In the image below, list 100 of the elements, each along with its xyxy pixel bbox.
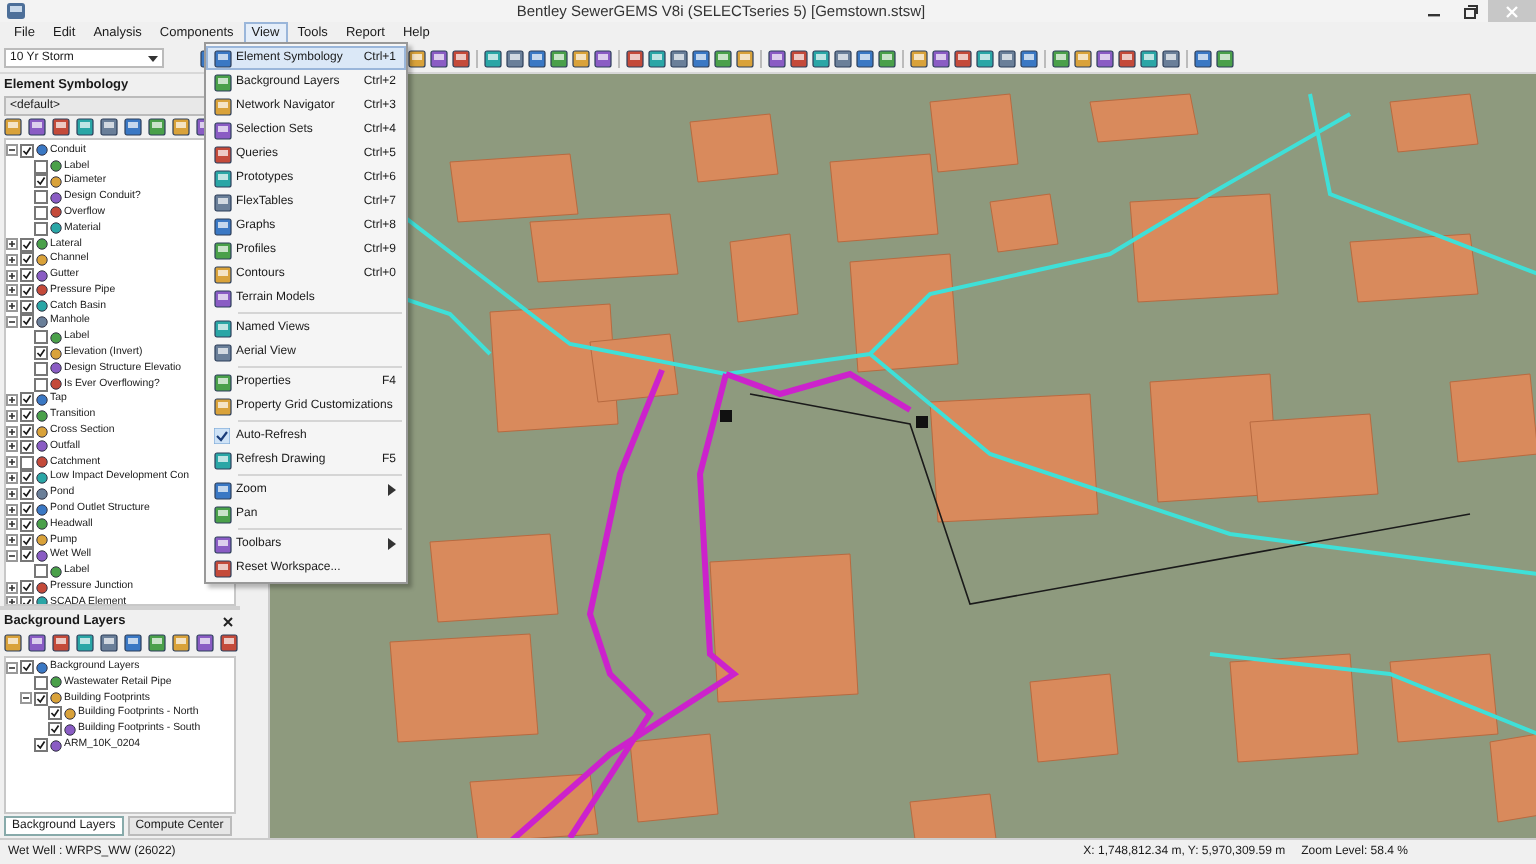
tool-icon[interactable]	[100, 117, 118, 136]
tool-icon[interactable]	[878, 49, 896, 67]
tool-icon[interactable]	[932, 49, 950, 67]
tool-icon[interactable]	[1162, 49, 1180, 67]
tool-icon[interactable]	[812, 49, 830, 67]
tool-icon[interactable]	[28, 117, 46, 136]
tool-icon[interactable]	[506, 49, 524, 67]
tool-icon[interactable]	[550, 49, 568, 67]
tool-icon[interactable]	[910, 49, 928, 67]
checkbox[interactable]	[20, 502, 34, 517]
checkbox[interactable]	[20, 299, 34, 314]
tool-icon[interactable]	[148, 117, 166, 136]
checkbox[interactable]	[34, 738, 48, 753]
tool-icon[interactable]	[626, 49, 644, 67]
tool-icon[interactable]	[4, 634, 22, 653]
tool-icon[interactable]	[124, 117, 142, 136]
tool-icon[interactable]	[572, 49, 590, 67]
tool-icon[interactable]	[736, 49, 754, 67]
checkbox[interactable]	[20, 455, 34, 470]
checkbox[interactable]	[20, 408, 34, 423]
expand-icon[interactable]	[6, 487, 18, 500]
tool-icon[interactable]	[28, 634, 46, 653]
tool-icon[interactable]	[430, 49, 448, 67]
tool-icon[interactable]	[220, 634, 238, 653]
tool-icon[interactable]	[1118, 49, 1136, 67]
tool-icon[interactable]	[1052, 49, 1070, 67]
expand-icon[interactable]	[6, 238, 18, 250]
tool-icon[interactable]	[670, 49, 688, 67]
checkbox[interactable]	[34, 174, 48, 189]
tool-icon[interactable]	[856, 49, 874, 67]
checkbox[interactable]	[34, 221, 48, 236]
expand-icon[interactable]	[6, 503, 18, 516]
expand-icon[interactable]	[6, 393, 18, 406]
checkbox[interactable]	[20, 486, 34, 501]
tool-icon[interactable]	[768, 49, 786, 67]
tool-icon[interactable]	[648, 49, 666, 67]
collapse-icon[interactable]	[20, 692, 32, 705]
expand-icon[interactable]	[6, 581, 18, 594]
collapse-icon[interactable]	[6, 144, 18, 157]
checkbox[interactable]	[20, 533, 34, 548]
checkbox[interactable]	[20, 470, 34, 485]
checkbox[interactable]	[34, 564, 48, 579]
tool-icon[interactable]	[692, 49, 710, 67]
checkbox[interactable]	[34, 190, 48, 205]
collapse-icon[interactable]	[6, 549, 18, 562]
checkbox[interactable]	[48, 722, 62, 737]
checkbox[interactable]	[34, 691, 48, 706]
tool-icon[interactable]	[1140, 49, 1158, 67]
checkbox[interactable]	[20, 314, 34, 329]
checkbox[interactable]	[20, 517, 34, 532]
tool-icon[interactable]	[52, 117, 70, 136]
tool-icon[interactable]	[4, 117, 22, 136]
expand-icon[interactable]	[6, 440, 18, 453]
tool-icon[interactable]	[1074, 49, 1092, 67]
checkbox[interactable]	[20, 660, 34, 675]
checkbox[interactable]	[20, 548, 34, 563]
expand-icon[interactable]	[6, 518, 18, 531]
collapse-icon[interactable]	[6, 661, 18, 674]
checkbox[interactable]	[34, 361, 48, 376]
expand-icon[interactable]	[6, 425, 18, 438]
tool-icon[interactable]	[1194, 49, 1212, 67]
tool-icon[interactable]	[76, 634, 94, 653]
expand-icon[interactable]	[6, 300, 18, 313]
expand-icon[interactable]	[6, 409, 18, 422]
expand-icon[interactable]	[6, 253, 18, 266]
checkbox[interactable]	[34, 346, 48, 361]
checkbox[interactable]	[34, 377, 48, 392]
expand-icon[interactable]	[6, 534, 18, 547]
tool-icon[interactable]	[1020, 49, 1038, 67]
checkbox[interactable]	[20, 439, 34, 454]
checkbox[interactable]	[34, 205, 48, 220]
tool-icon[interactable]	[1096, 49, 1114, 67]
collapse-icon[interactable]	[6, 315, 18, 328]
tool-icon[interactable]	[714, 49, 732, 67]
expand-icon[interactable]	[6, 284, 18, 297]
tool-icon[interactable]	[998, 49, 1016, 67]
tool-icon[interactable]	[954, 49, 972, 67]
expand-icon[interactable]	[6, 456, 18, 469]
checkbox[interactable]	[20, 237, 34, 251]
tool-icon[interactable]	[528, 49, 546, 67]
checkbox[interactable]	[20, 268, 34, 283]
expand-icon[interactable]	[6, 596, 18, 605]
tool-icon[interactable]	[76, 117, 94, 136]
tool-icon[interactable]	[1216, 49, 1234, 67]
checkbox[interactable]	[34, 159, 48, 174]
checkbox[interactable]	[20, 252, 34, 267]
checkbox[interactable]	[20, 580, 34, 595]
checkbox[interactable]	[20, 424, 34, 439]
checkbox[interactable]	[34, 330, 48, 345]
checkbox[interactable]	[20, 595, 34, 605]
tool-icon[interactable]	[594, 49, 612, 67]
tool-icon[interactable]	[790, 49, 808, 67]
tool-icon[interactable]	[172, 117, 190, 136]
tool-icon[interactable]	[124, 634, 142, 653]
tool-icon[interactable]	[148, 634, 166, 653]
tool-icon[interactable]	[52, 634, 70, 653]
tool-icon[interactable]	[452, 49, 470, 67]
expand-icon[interactable]	[6, 471, 18, 484]
tool-icon[interactable]	[408, 49, 426, 67]
checkbox[interactable]	[20, 392, 34, 407]
